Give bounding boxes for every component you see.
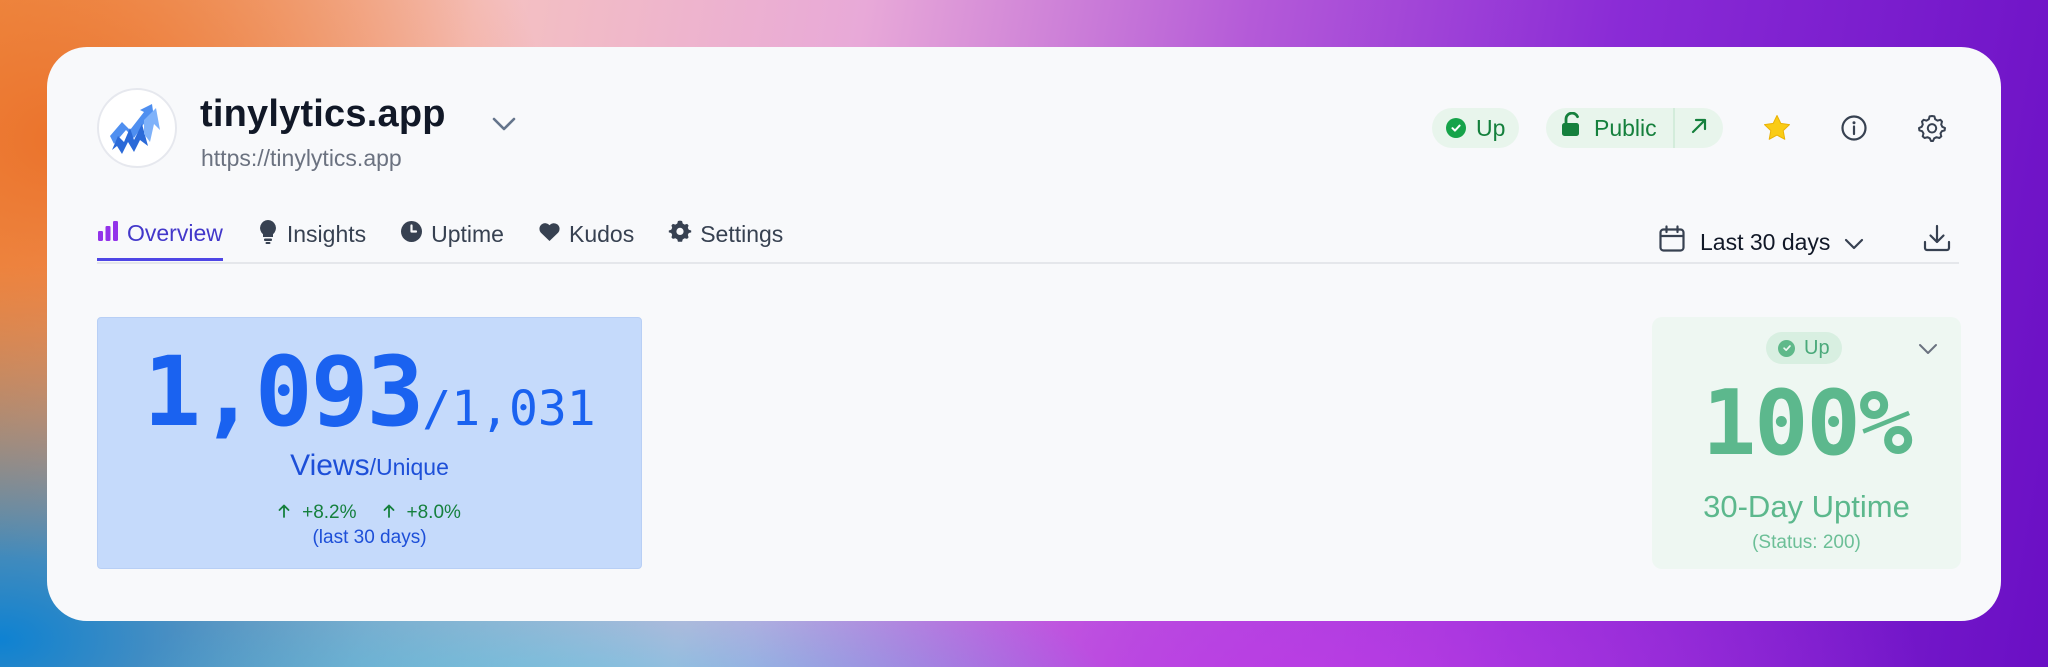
public-label: Public: [1594, 114, 1657, 141]
tab-label: Overview: [127, 220, 223, 246]
arrow-up-right-icon: [1689, 116, 1709, 141]
views-total: 1,093: [143, 336, 424, 448]
tab-label: Settings: [700, 220, 784, 247]
gear-icon[interactable]: [1915, 111, 1949, 145]
favorite-star-icon[interactable]: [1760, 111, 1794, 145]
views-unique-change-value: +8.0%: [406, 502, 461, 523]
date-range-picker[interactable]: Last 30 days: [1658, 222, 1864, 262]
clock-icon: [400, 220, 423, 249]
site-card: tinylytics.app https://tinylytics.app Up…: [47, 47, 2001, 621]
tab-label: Insights: [286, 220, 367, 247]
tab-uptime[interactable]: Uptime: [400, 215, 504, 261]
open-site-link[interactable]: [1675, 108, 1723, 148]
status-badge[interactable]: Up: [1432, 108, 1520, 148]
site-name: tinylytics.app: [200, 93, 446, 135]
tab-settings[interactable]: Settings: [668, 215, 783, 261]
status-label: Up: [1476, 114, 1506, 141]
tab-bar: Overview Insights Uptime Kudos Settings: [97, 215, 817, 261]
views-label-main: Views: [290, 449, 370, 482]
check-circle-icon: [1778, 339, 1795, 357]
views-unique: 1,031: [451, 381, 596, 437]
tab-label: Kudos: [568, 220, 635, 247]
tab-divider: [97, 262, 1959, 264]
arrow-up-icon: [383, 502, 395, 524]
bar-chart-icon: [97, 220, 119, 248]
uptime-stat-card[interactable]: Up 100% 30-Day Uptime (Status: 200): [1652, 317, 1961, 569]
views-numbers: 1,093/1,031: [98, 336, 641, 448]
check-circle-icon: [1446, 118, 1466, 138]
uptime-status-code: (Status: 200): [1752, 532, 1861, 553]
site-switcher-chevron-icon[interactable]: [487, 107, 521, 141]
chevron-down-icon[interactable]: [1914, 335, 1942, 363]
calendar-icon: [1658, 225, 1686, 259]
views-separator: /: [422, 381, 452, 437]
uptime-status-label: Up: [1804, 336, 1830, 359]
info-icon[interactable]: [1837, 111, 1871, 145]
views-label: Views/Unique: [98, 449, 641, 483]
lightbulb-icon: [257, 218, 279, 250]
views-stat-card[interactable]: 1,093/1,031 Views/Unique +8.2% +8.0% (la…: [97, 317, 642, 569]
date-range-label: Last 30 days: [1700, 228, 1831, 255]
tab-overview[interactable]: Overview: [97, 215, 223, 261]
views-period: (last 30 days): [312, 527, 427, 548]
tab-insights[interactable]: Insights: [257, 215, 366, 261]
uptime-value: 100%: [1702, 371, 1913, 476]
site-logo: [97, 88, 177, 168]
views-changes: +8.2% +8.0%: [98, 502, 641, 524]
uptime-status-badge: Up: [1766, 332, 1842, 364]
gear-icon: [668, 219, 692, 249]
public-button[interactable]: Public: [1546, 108, 1675, 148]
views-total-change: +8.2%: [278, 502, 357, 524]
unlock-icon: [1560, 111, 1584, 144]
chevron-down-icon: [1844, 229, 1864, 256]
download-icon[interactable]: [1920, 221, 1954, 255]
heart-icon: [538, 221, 561, 248]
tab-kudos[interactable]: Kudos: [538, 215, 634, 261]
tab-label: Uptime: [431, 220, 504, 247]
visibility-group: Public: [1546, 108, 1723, 148]
views-total-change-value: +8.2%: [302, 502, 357, 523]
views-unique-change: +8.0%: [383, 502, 461, 524]
site-url: https://tinylytics.app: [201, 145, 402, 171]
arrow-up-icon: [278, 502, 290, 524]
views-label-sub: /Unique: [369, 454, 449, 480]
uptime-label: 30-Day Uptime: [1703, 489, 1910, 524]
